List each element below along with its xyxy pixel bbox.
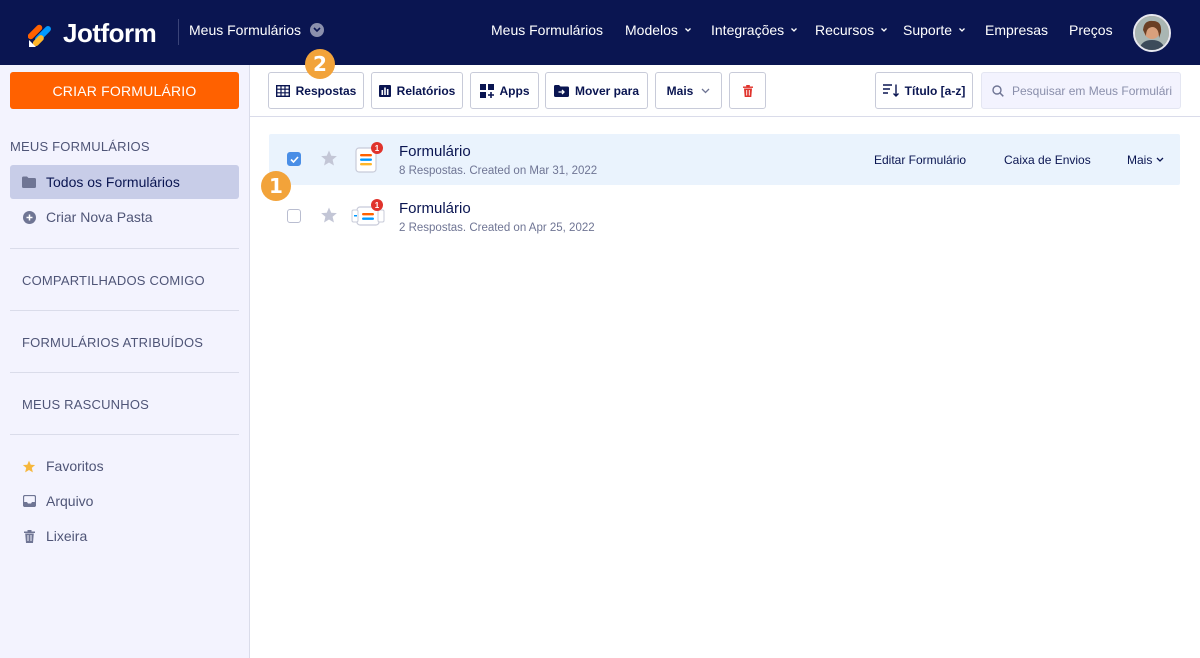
edit-form-button[interactable]: Editar Formulário — [874, 153, 966, 167]
new-submissions-badge: 1 — [371, 199, 383, 211]
sidebar-divider — [10, 372, 239, 373]
search-icon — [992, 84, 1004, 97]
search-box — [981, 72, 1181, 109]
nav-templates[interactable]: Modelos — [625, 22, 692, 38]
folder-icon — [22, 175, 36, 189]
form-checkbox[interactable] — [287, 209, 301, 223]
sort-icon — [882, 84, 899, 97]
plus-circle-icon — [22, 210, 36, 224]
step-callout-1: 1 — [261, 171, 291, 201]
sidebar-section-shared-with-me[interactable]: COMPARTILHADOS COMIGO — [22, 273, 205, 288]
top-navbar: Jotform Meus Formulários Meus Formulário… — [0, 0, 1200, 65]
row-more-dropdown[interactable]: Mais — [1127, 153, 1164, 167]
reports-button[interactable]: Relatórios — [371, 72, 463, 109]
form-meta: 2 Respostas. Created on Apr 25, 2022 — [399, 222, 595, 234]
sidebar: CRIAR FORMULÁRIO MEUS FORMULÁRIOS Todos … — [0, 65, 250, 658]
sidebar-item-label: Todos os Formulários — [46, 174, 180, 190]
sidebar-divider — [10, 248, 239, 249]
table-grid-icon — [275, 84, 290, 97]
star-icon — [22, 459, 36, 473]
sidebar-item-label: Criar Nova Pasta — [46, 209, 153, 225]
favorite-star-icon[interactable] — [320, 149, 338, 167]
chevron-down-icon — [701, 88, 710, 93]
trash-icon — [742, 84, 753, 97]
form-meta: 8 Respostas. Created on Mar 31, 2022 — [399, 165, 598, 177]
trash-icon — [22, 529, 36, 543]
nav-integrations[interactable]: Integrações — [711, 22, 798, 38]
chevron-down-icon — [1156, 157, 1164, 162]
user-avatar[interactable] — [1133, 14, 1171, 52]
create-form-button[interactable]: CRIAR FORMULÁRIO — [10, 72, 239, 109]
nav-integrations-label: Integrações — [711, 22, 785, 38]
apps-grid-icon — [479, 83, 494, 98]
nav-my-forms[interactable]: Meus Formulários — [491, 22, 603, 38]
sidebar-item-trash[interactable]: Lixeira — [10, 519, 239, 553]
sidebar-divider — [10, 310, 239, 311]
form-row[interactable]: 1 Formulário 2 Respostas. Created on Apr… — [269, 191, 1180, 242]
form-icon: 1 — [354, 142, 384, 174]
apps-button[interactable]: Apps — [470, 72, 539, 109]
responses-button-label: Respostas — [295, 83, 357, 98]
sort-button-label: Título [a-z] — [904, 83, 966, 98]
nav-support[interactable]: Suporte — [903, 22, 966, 38]
sidebar-item-all-forms[interactable]: Todos os Formulários — [10, 165, 239, 199]
delete-button[interactable] — [729, 72, 766, 109]
form-checkbox[interactable] — [287, 152, 301, 166]
form-title[interactable]: Formulário — [399, 143, 471, 160]
nav-templates-label: Modelos — [625, 22, 678, 38]
sidebar-divider — [10, 434, 239, 435]
more-dropdown-label: Mais — [666, 83, 694, 98]
reports-button-label: Relatórios — [396, 83, 456, 98]
row-more-label: Mais — [1127, 153, 1153, 167]
nav-pricing-label: Preços — [1069, 22, 1113, 38]
sidebar-section-assigned-forms[interactable]: FORMULÁRIOS ATRIBUÍDOS — [22, 335, 203, 350]
sidebar-item-archive[interactable]: Arquivo — [10, 484, 239, 518]
form-icon: 1 — [351, 199, 385, 231]
form-title[interactable]: Formulário — [399, 200, 471, 217]
my-forms-heading: MEUS FORMULÁRIOS — [10, 139, 150, 154]
sidebar-item-create-folder[interactable]: Criar Nova Pasta — [10, 200, 239, 234]
nav-support-label: Suporte — [903, 22, 953, 38]
favorite-star-icon[interactable] — [320, 206, 338, 224]
nav-enterprise[interactable]: Empresas — [985, 22, 1048, 38]
nav-my-forms-label: Meus Formulários — [491, 22, 604, 38]
nav-resources[interactable]: Recursos — [815, 22, 888, 38]
chevron-down-icon — [881, 28, 888, 32]
nav-pricing[interactable]: Preços — [1069, 22, 1113, 38]
checkmark-icon — [289, 155, 299, 163]
nav-resources-label: Recursos — [815, 22, 875, 38]
nav-enterprise-label: Empresas — [985, 22, 1049, 38]
main-nav: Meus Formulários Modelos Integrações Rec… — [0, 22, 1200, 42]
inbox-button[interactable]: Caixa de Envios — [1004, 153, 1091, 167]
new-submissions-badge: 1 — [371, 142, 383, 154]
sidebar-item-label: Lixeira — [46, 528, 88, 544]
form-row[interactable]: 1 Formulário 8 Respostas. Created on Mar… — [269, 134, 1180, 185]
chevron-down-icon — [684, 28, 691, 32]
sidebar-item-label: Arquivo — [46, 493, 94, 509]
chevron-down-icon — [959, 28, 966, 32]
bar-chart-icon — [378, 84, 391, 97]
step-callout-2: 2 — [305, 49, 335, 79]
archive-icon — [22, 494, 36, 508]
sort-button[interactable]: Título [a-z] — [875, 72, 973, 109]
chevron-down-icon — [791, 28, 798, 32]
sidebar-section-my-drafts[interactable]: MEUS RASCUNHOS — [22, 397, 149, 412]
sidebar-item-favorites[interactable]: Favoritos — [10, 449, 239, 483]
sidebar-item-label: Favoritos — [46, 458, 104, 474]
move-to-button-label: Mover para — [574, 83, 640, 98]
more-dropdown-button[interactable]: Mais — [655, 72, 722, 109]
user-photo-icon — [1135, 16, 1169, 50]
search-input[interactable] — [1012, 83, 1172, 98]
folder-move-icon — [553, 84, 569, 97]
apps-button-label: Apps — [499, 83, 530, 98]
move-to-button[interactable]: Mover para — [545, 72, 648, 109]
forms-toolbar: Respostas Relatórios Apps Mover para Mai… — [250, 65, 1200, 117]
